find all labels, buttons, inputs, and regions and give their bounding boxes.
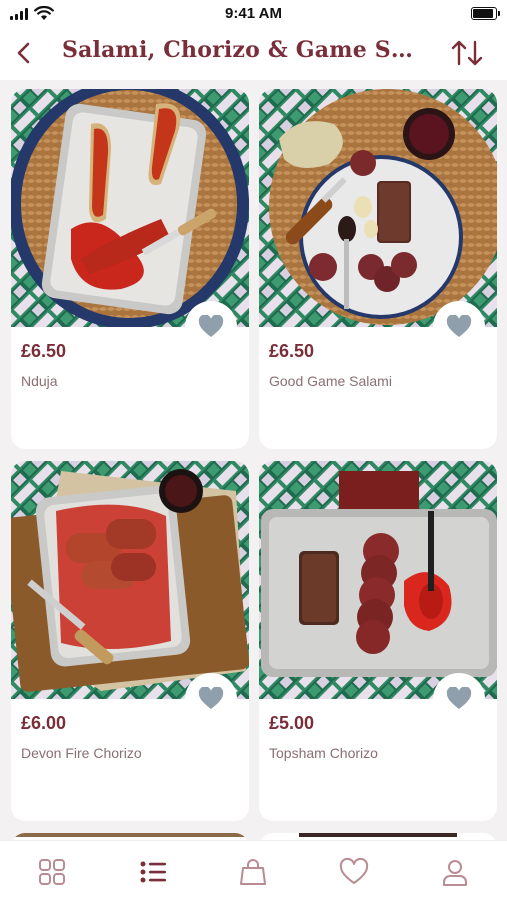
product-image: [259, 461, 497, 699]
status-time: 9:41 AM: [225, 5, 282, 22]
header: Salami, Chorizo & Game Salami: [0, 28, 507, 80]
product-card-good-game-salami[interactable]: £6.50 Good Game Salami: [259, 89, 497, 449]
product-price: £6.50: [21, 341, 67, 361]
status-bar: 9:41 AM: [0, 0, 507, 28]
list-icon[interactable]: [138, 857, 168, 887]
product-image: [11, 461, 249, 699]
product-image: [11, 89, 249, 327]
product-card-nduja[interactable]: £6.50 Nduja: [11, 89, 249, 449]
favorite-button[interactable]: [185, 673, 237, 725]
grid-icon[interactable]: [37, 857, 67, 887]
shopping-bag-icon[interactable]: [238, 857, 268, 887]
back-arrow-icon[interactable]: [10, 38, 40, 68]
sort-icon[interactable]: [449, 36, 485, 70]
tab-bar: [0, 840, 507, 900]
heart-icon: [198, 687, 224, 709]
product-image: [259, 89, 497, 327]
product-card-topsham-chorizo[interactable]: £5.00 Topsham Chorizo: [259, 461, 497, 821]
heart-icon: [446, 315, 472, 337]
heart-icon: [198, 315, 224, 337]
product-name: Nduja: [21, 373, 58, 389]
product-name: Topsham Chorizo: [269, 745, 378, 761]
product-card-devon-fire-chorizo[interactable]: £6.00 Devon Fire Chorizo: [11, 461, 249, 821]
product-grid: £6.50 Nduja £6.50 Good Game Salami £6.00…: [0, 80, 507, 840]
product-card[interactable]: [259, 833, 497, 840]
product-price: £5.00: [269, 713, 315, 733]
product-price: £6.00: [21, 713, 67, 733]
page-title: Salami, Chorizo & Game Salami: [62, 37, 424, 63]
product-name: Good Game Salami: [269, 373, 392, 389]
battery-icon: [471, 7, 500, 20]
heart-icon[interactable]: [339, 857, 369, 887]
user-icon[interactable]: [440, 857, 470, 887]
favorite-button[interactable]: [185, 301, 237, 353]
product-name: Devon Fire Chorizo: [21, 745, 142, 761]
heart-icon: [446, 687, 472, 709]
product-card[interactable]: [11, 833, 249, 840]
favorite-button[interactable]: [433, 301, 485, 353]
favorite-button[interactable]: [433, 673, 485, 725]
product-price: £6.50: [269, 341, 315, 361]
